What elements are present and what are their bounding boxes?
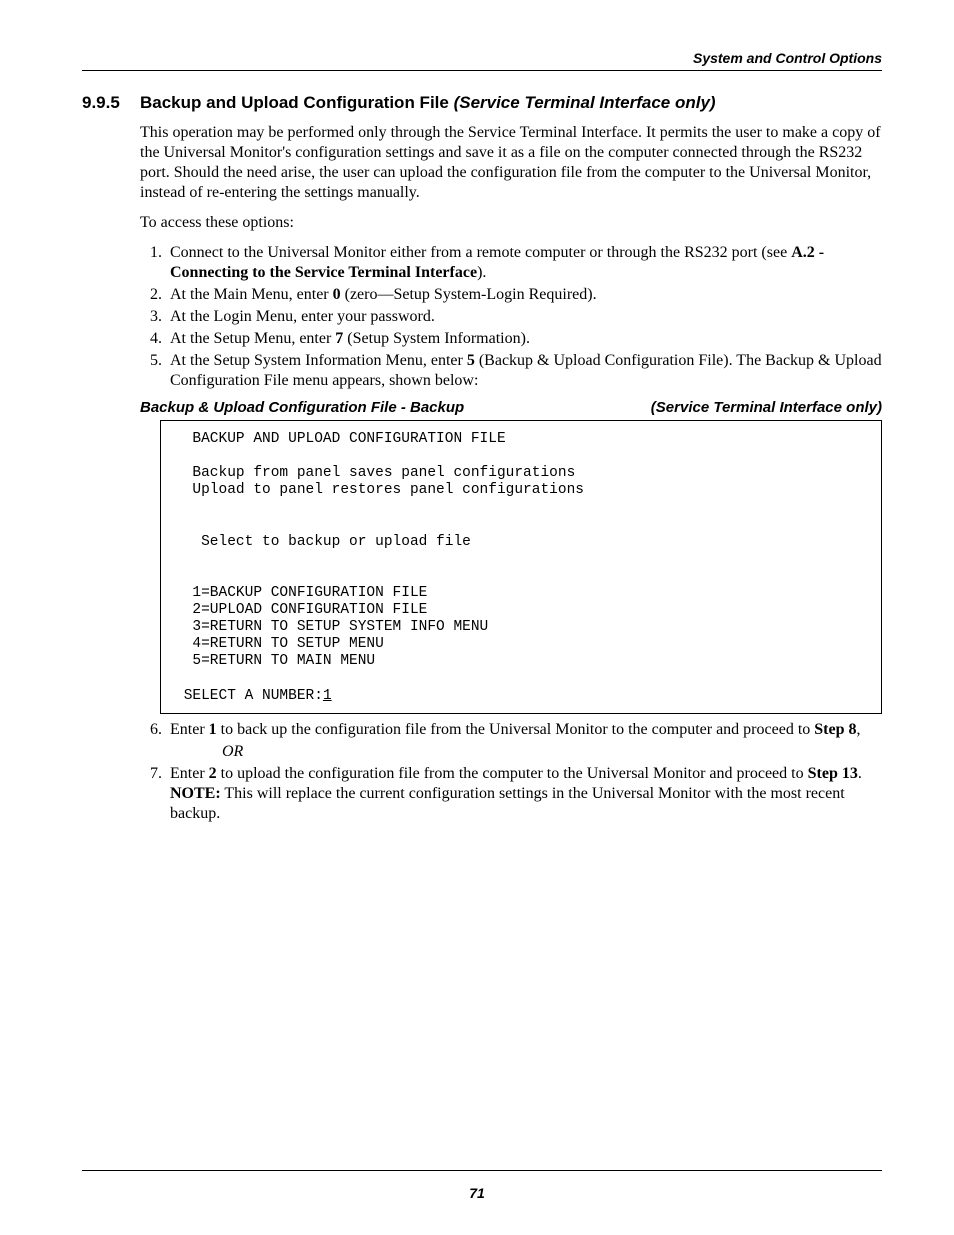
step-6: Enter 1 to back up the configuration fil… bbox=[166, 720, 882, 762]
page-number: 71 bbox=[0, 1185, 954, 1201]
terminal-subhead: Backup & Upload Configuration File - Bac… bbox=[140, 399, 882, 416]
step-2: At the Main Menu, enter 0 (zero—Setup Sy… bbox=[166, 285, 882, 305]
top-rule bbox=[82, 70, 882, 71]
body-text-lower: Enter 1 to back up the configuration fil… bbox=[140, 720, 882, 824]
terminal-subhead-left: Backup & Upload Configuration File - Bac… bbox=[140, 399, 464, 416]
terminal-input-value: 1 bbox=[323, 688, 332, 704]
access-paragraph: To access these options: bbox=[140, 213, 882, 233]
section-title-italic: (Service Terminal Interface only) bbox=[454, 93, 716, 112]
bottom-rule bbox=[82, 1170, 882, 1171]
running-head: System and Control Options bbox=[82, 50, 882, 66]
terminal-subhead-right: (Service Terminal Interface only) bbox=[651, 399, 882, 416]
section-title-plain: Backup and Upload Configuration File bbox=[140, 93, 454, 112]
steps-list-6-7: Enter 1 to back up the configuration fil… bbox=[140, 720, 882, 824]
body-text: This operation may be performed only thr… bbox=[140, 123, 882, 391]
step-1: Connect to the Universal Monitor either … bbox=[166, 243, 882, 283]
page: System and Control Options 9.9.5Backup a… bbox=[0, 0, 954, 1235]
step-5: At the Setup System Information Menu, en… bbox=[166, 351, 882, 391]
step-3: At the Login Menu, enter your password. bbox=[166, 307, 882, 327]
or-separator: OR bbox=[222, 742, 882, 762]
step-4: At the Setup Menu, enter 7 (Setup System… bbox=[166, 329, 882, 349]
intro-paragraph: This operation may be performed only thr… bbox=[140, 123, 882, 203]
steps-list-1-5: Connect to the Universal Monitor either … bbox=[140, 243, 882, 391]
section-heading: 9.9.5Backup and Upload Configuration Fil… bbox=[82, 93, 882, 113]
section-number: 9.9.5 bbox=[82, 93, 140, 113]
terminal-output: BACKUP AND UPLOAD CONFIGURATION FILE Bac… bbox=[160, 420, 882, 714]
step-7: Enter 2 to upload the configuration file… bbox=[166, 764, 882, 824]
